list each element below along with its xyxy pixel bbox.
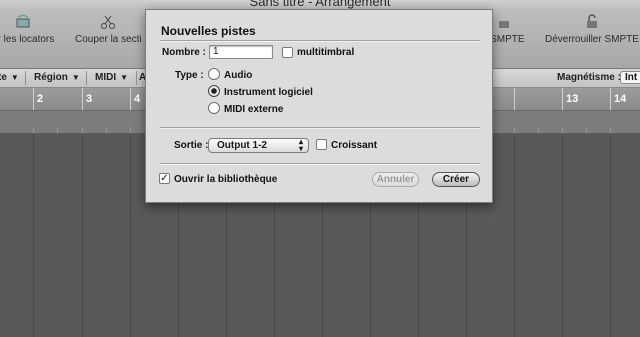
toolbar-label: Couper la secti: [75, 34, 142, 45]
ruler-tick: [538, 127, 539, 133]
menu-edit[interactable]: te▼: [0, 72, 19, 83]
bar-number: 13: [566, 93, 579, 105]
bar-number: 3: [86, 93, 93, 105]
ruler-tick: [33, 127, 34, 133]
updown-arrows-icon: ▴ ▾: [298, 137, 303, 153]
lock-icon: [499, 21, 510, 28]
ruler-bar: 14: [610, 88, 640, 110]
window-title: Sans titre - Arrangement: [249, 0, 391, 9]
count-label: Nombre :: [162, 47, 206, 58]
ruler-bar: [514, 88, 563, 110]
cancel-button[interactable]: Annuler: [372, 172, 419, 187]
toolbar-label: er les locators: [0, 34, 55, 45]
radio-audio[interactable]: [208, 68, 220, 80]
dialog-title: Nouvelles pistes: [161, 24, 256, 38]
menu-divider: [25, 71, 26, 85]
ruler-tick: [82, 127, 83, 133]
bar-number: 2: [37, 93, 44, 105]
ruler-bar: 13: [562, 88, 611, 110]
snap-select[interactable]: Int: [620, 71, 640, 84]
grid-line: [130, 134, 131, 337]
output-label: Sortie :: [174, 140, 209, 151]
menu-midi[interactable]: MIDI ▼: [95, 72, 128, 83]
locators-icon: [16, 14, 30, 28]
bar-number: 4: [134, 93, 141, 105]
chevron-down-icon: ▼: [10, 73, 19, 82]
toolbar-button-locators[interactable]: er les locators: [0, 14, 54, 45]
grid-line: [610, 134, 611, 337]
ruler-tick: [562, 127, 563, 133]
menu-region[interactable]: Région ▼: [34, 72, 80, 83]
create-button[interactable]: Créer: [432, 172, 480, 187]
ruler-tick: [610, 127, 611, 133]
toolbar-label: Déverrouiller SMPTE: [545, 34, 639, 45]
multitimbral-label: multitimbral: [297, 47, 355, 58]
open-library-label: Ouvrir la bibliothèque: [174, 174, 278, 185]
ruler-tick: [514, 127, 515, 133]
ruler-bar: 3: [82, 88, 131, 110]
scissors-icon: [101, 15, 116, 29]
grid-line: [82, 134, 83, 337]
grid-line: [514, 134, 515, 337]
radio-external-midi-label: MIDI externe: [224, 104, 284, 115]
dialog-divider: [160, 163, 480, 165]
radio-software-instrument[interactable]: [208, 85, 220, 97]
dialog-divider: [160, 40, 480, 42]
open-library-checkbox[interactable]: ✓: [159, 173, 170, 184]
menu-label: MIDI: [95, 72, 117, 83]
ruler-tick: [586, 127, 587, 133]
new-tracks-dialog: Nouvelles pistes Nombre : 1 multitimbral…: [145, 9, 493, 203]
chevron-down-icon: ▼: [71, 73, 80, 82]
type-label: Type :: [175, 70, 204, 81]
ascending-checkbox[interactable]: [316, 139, 327, 150]
grid-line: [33, 134, 34, 337]
snap-label-text: Magnétisme :: [557, 72, 621, 83]
dialog-divider: [160, 127, 480, 129]
multitimbral-checkbox[interactable]: [282, 47, 293, 58]
radio-software-instrument-label: Instrument logiciel: [224, 87, 313, 98]
unlock-icon: [586, 14, 597, 28]
toolbar-button-unlock-smpte[interactable]: Déverrouiller SMPTE: [545, 14, 639, 45]
snap-value: Int: [625, 72, 638, 83]
chevron-down-icon: ▼: [120, 73, 129, 82]
track-count-field[interactable]: 1: [209, 45, 273, 59]
snap-label: Magnétisme :: [557, 72, 621, 83]
menu-label: te: [0, 72, 7, 83]
bar-number: 14: [614, 93, 627, 105]
radio-external-midi[interactable]: [208, 102, 220, 114]
toolbar-button-cut-section[interactable]: Couper la secti: [75, 14, 142, 45]
radio-audio-label: Audio: [224, 70, 253, 81]
ruler-tick: [106, 127, 107, 133]
menu-divider: [86, 71, 87, 85]
ruler-tick: [130, 127, 131, 133]
ruler-tick: [57, 127, 58, 133]
ascending-label: Croissant: [331, 140, 378, 151]
menu-divider: [136, 71, 137, 85]
grid-line: [562, 134, 563, 337]
ruler-bar: 2: [33, 88, 82, 110]
menu-label: Région: [34, 72, 68, 83]
output-popup[interactable]: Output 1-2 ▴ ▾: [208, 138, 309, 153]
output-value: Output 1-2: [217, 140, 267, 151]
